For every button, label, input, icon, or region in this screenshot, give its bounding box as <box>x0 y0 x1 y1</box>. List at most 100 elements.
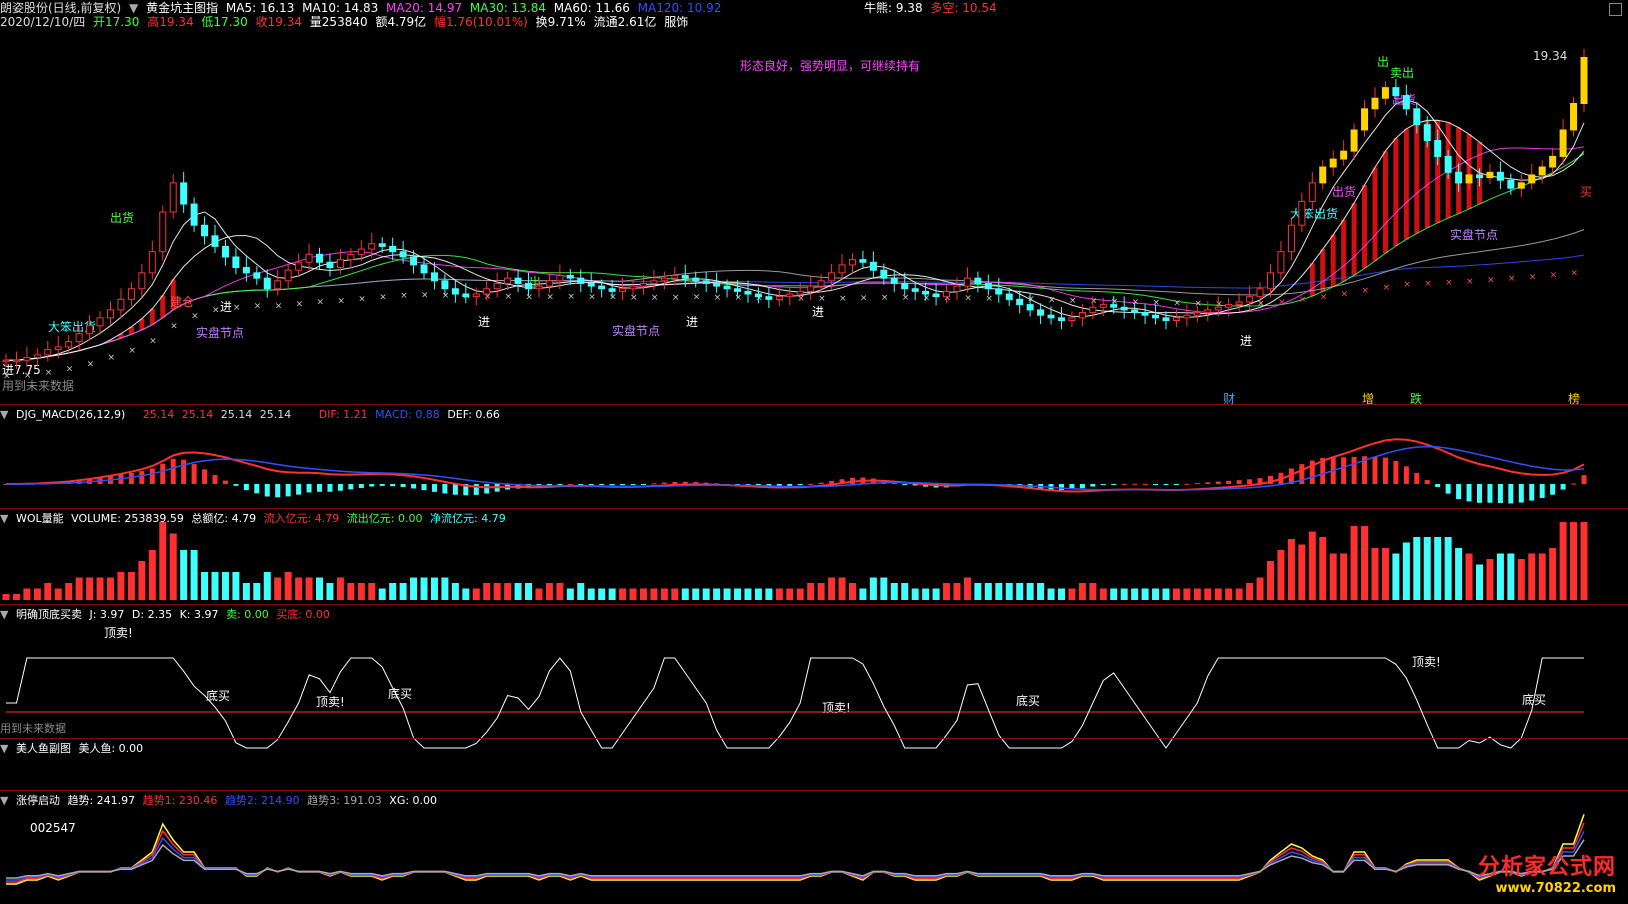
volume-bar <box>1172 588 1180 600</box>
candle-body <box>221 245 229 258</box>
volume-bar <box>828 577 836 600</box>
price-max-label: 19.34 <box>1533 49 1567 63</box>
volume-bar <box>608 588 616 600</box>
macd-dif: DIF: 1.21 <box>318 408 368 421</box>
ma30: MA30: 13.84 <box>469 1 546 15</box>
macd-hist-bar <box>1372 456 1378 484</box>
support-x-mark: × <box>3 372 11 382</box>
candle-body <box>1047 314 1055 319</box>
candle-body <box>1005 293 1013 300</box>
ann-ding-mai-2: 顶卖! <box>1412 655 1441 669</box>
niu-xiong: 牛熊: 9.38 多空: 10.54 <box>864 1 1001 15</box>
candle-body <box>75 333 83 343</box>
volume-bar <box>1475 564 1483 600</box>
macd-hist-bar <box>191 464 197 484</box>
volume-bar <box>1319 537 1327 600</box>
support-x-mark: × <box>1027 295 1035 305</box>
macd-hist-bar <box>452 484 458 495</box>
quote-turnover: 换9.71% <box>535 15 586 29</box>
candle-body <box>389 245 397 253</box>
header-row-2: 2020/12/10/四 开17.30 高19.34 低17.30 收19.34… <box>0 15 692 29</box>
macd-hist-bar <box>1581 475 1587 484</box>
volume-bar <box>1434 537 1442 600</box>
candle-body <box>1172 317 1180 321</box>
volume-bar <box>378 588 386 600</box>
chevron-down-icon[interactable]: ▼ <box>0 742 8 755</box>
candle-body <box>1078 312 1086 319</box>
candle-body <box>943 290 951 298</box>
candle-body <box>525 282 533 290</box>
support-x-mark: × <box>1090 296 1098 306</box>
macd-hist-bar <box>1393 460 1399 484</box>
stock-title: 朗姿股份(日线,前复权) <box>0 1 122 15</box>
support-x-mark: × <box>505 292 513 302</box>
quote-sector: 服饰 <box>664 15 689 29</box>
candle-body <box>472 293 480 298</box>
watermark-url: www.70822.com <box>1495 881 1617 896</box>
volume-bar <box>932 588 940 600</box>
trend-band-bar <box>1372 167 1378 261</box>
volume-bar <box>556 583 564 600</box>
volume-bar <box>1465 553 1473 600</box>
support-x-mark: × <box>317 298 325 308</box>
volume-bar <box>796 588 804 600</box>
future-note: 用到未来数据 <box>2 378 74 393</box>
zt-trend3: 趋势3: 191.03 <box>307 794 382 807</box>
divider-macd <box>0 508 1628 509</box>
chevron-down-icon[interactable]: ▼ <box>0 794 8 807</box>
macd-hist-bar <box>181 459 187 484</box>
volume-bar <box>1099 588 1107 600</box>
volume-bar <box>326 583 334 600</box>
ma20: MA20: 14.97 <box>386 1 463 15</box>
candle-body <box>1423 124 1431 142</box>
candle-body <box>702 280 710 284</box>
candle-body <box>1193 312 1201 316</box>
quote-high: 高19.34 <box>147 15 194 29</box>
corner-box-icon[interactable] <box>1609 3 1622 16</box>
candle-body <box>399 251 407 258</box>
macd-hist-bar <box>588 484 594 485</box>
macd-hist-bar <box>202 469 208 484</box>
kdj-sell: 卖: 0.00 <box>226 608 269 621</box>
candle-body <box>1277 251 1285 274</box>
volume-bar <box>598 588 606 600</box>
macd-hist-bar <box>672 481 678 484</box>
chevron-down-icon[interactable]: ▼ <box>0 608 8 621</box>
volume-bar <box>1235 588 1243 600</box>
macd-hist-bar <box>651 483 657 485</box>
support-x-mark: × <box>818 294 826 304</box>
candle-body <box>12 359 20 363</box>
support-x-mark: × <box>881 293 889 303</box>
volume-bar <box>901 583 909 600</box>
ma-line-10 <box>6 119 1585 361</box>
volume-bar <box>1308 531 1316 600</box>
volume-bar <box>1141 588 1149 600</box>
chevron-down-icon[interactable]: ▼ <box>0 512 8 525</box>
quote-low: 低17.30 <box>201 15 248 29</box>
chevron-down-icon[interactable]: ▼ <box>129 1 138 15</box>
wol-inflow: 流入亿元: 4.79 <box>263 512 340 525</box>
chevron-down-icon[interactable]: ▼ <box>0 408 8 421</box>
candle-body <box>1350 129 1358 152</box>
candle-body <box>357 248 365 255</box>
macd-hist-bar <box>390 484 396 487</box>
candle-body <box>1214 306 1222 311</box>
macd-hist-bar <box>1403 466 1409 484</box>
volume-bar <box>1329 553 1337 600</box>
volume-bar <box>1225 588 1233 600</box>
duokong-label: 多空: 10.54 <box>930 1 997 15</box>
candle-body <box>169 182 177 213</box>
macd-hist-bar <box>902 484 908 485</box>
candle-body <box>1549 155 1557 168</box>
candle-body <box>1570 103 1578 131</box>
volume-bar <box>1455 548 1463 600</box>
support-x-mark: × <box>1173 298 1181 308</box>
macd-hist-bar <box>1226 480 1232 484</box>
macd-hist-bar <box>1236 480 1242 484</box>
volume-bar <box>86 577 94 600</box>
candle-body <box>1057 317 1065 321</box>
candle-body <box>671 275 679 279</box>
macd-def: DEF: 0.66 <box>447 408 500 421</box>
volume-bar <box>1277 550 1285 600</box>
macd-hist-bar <box>1529 484 1535 501</box>
